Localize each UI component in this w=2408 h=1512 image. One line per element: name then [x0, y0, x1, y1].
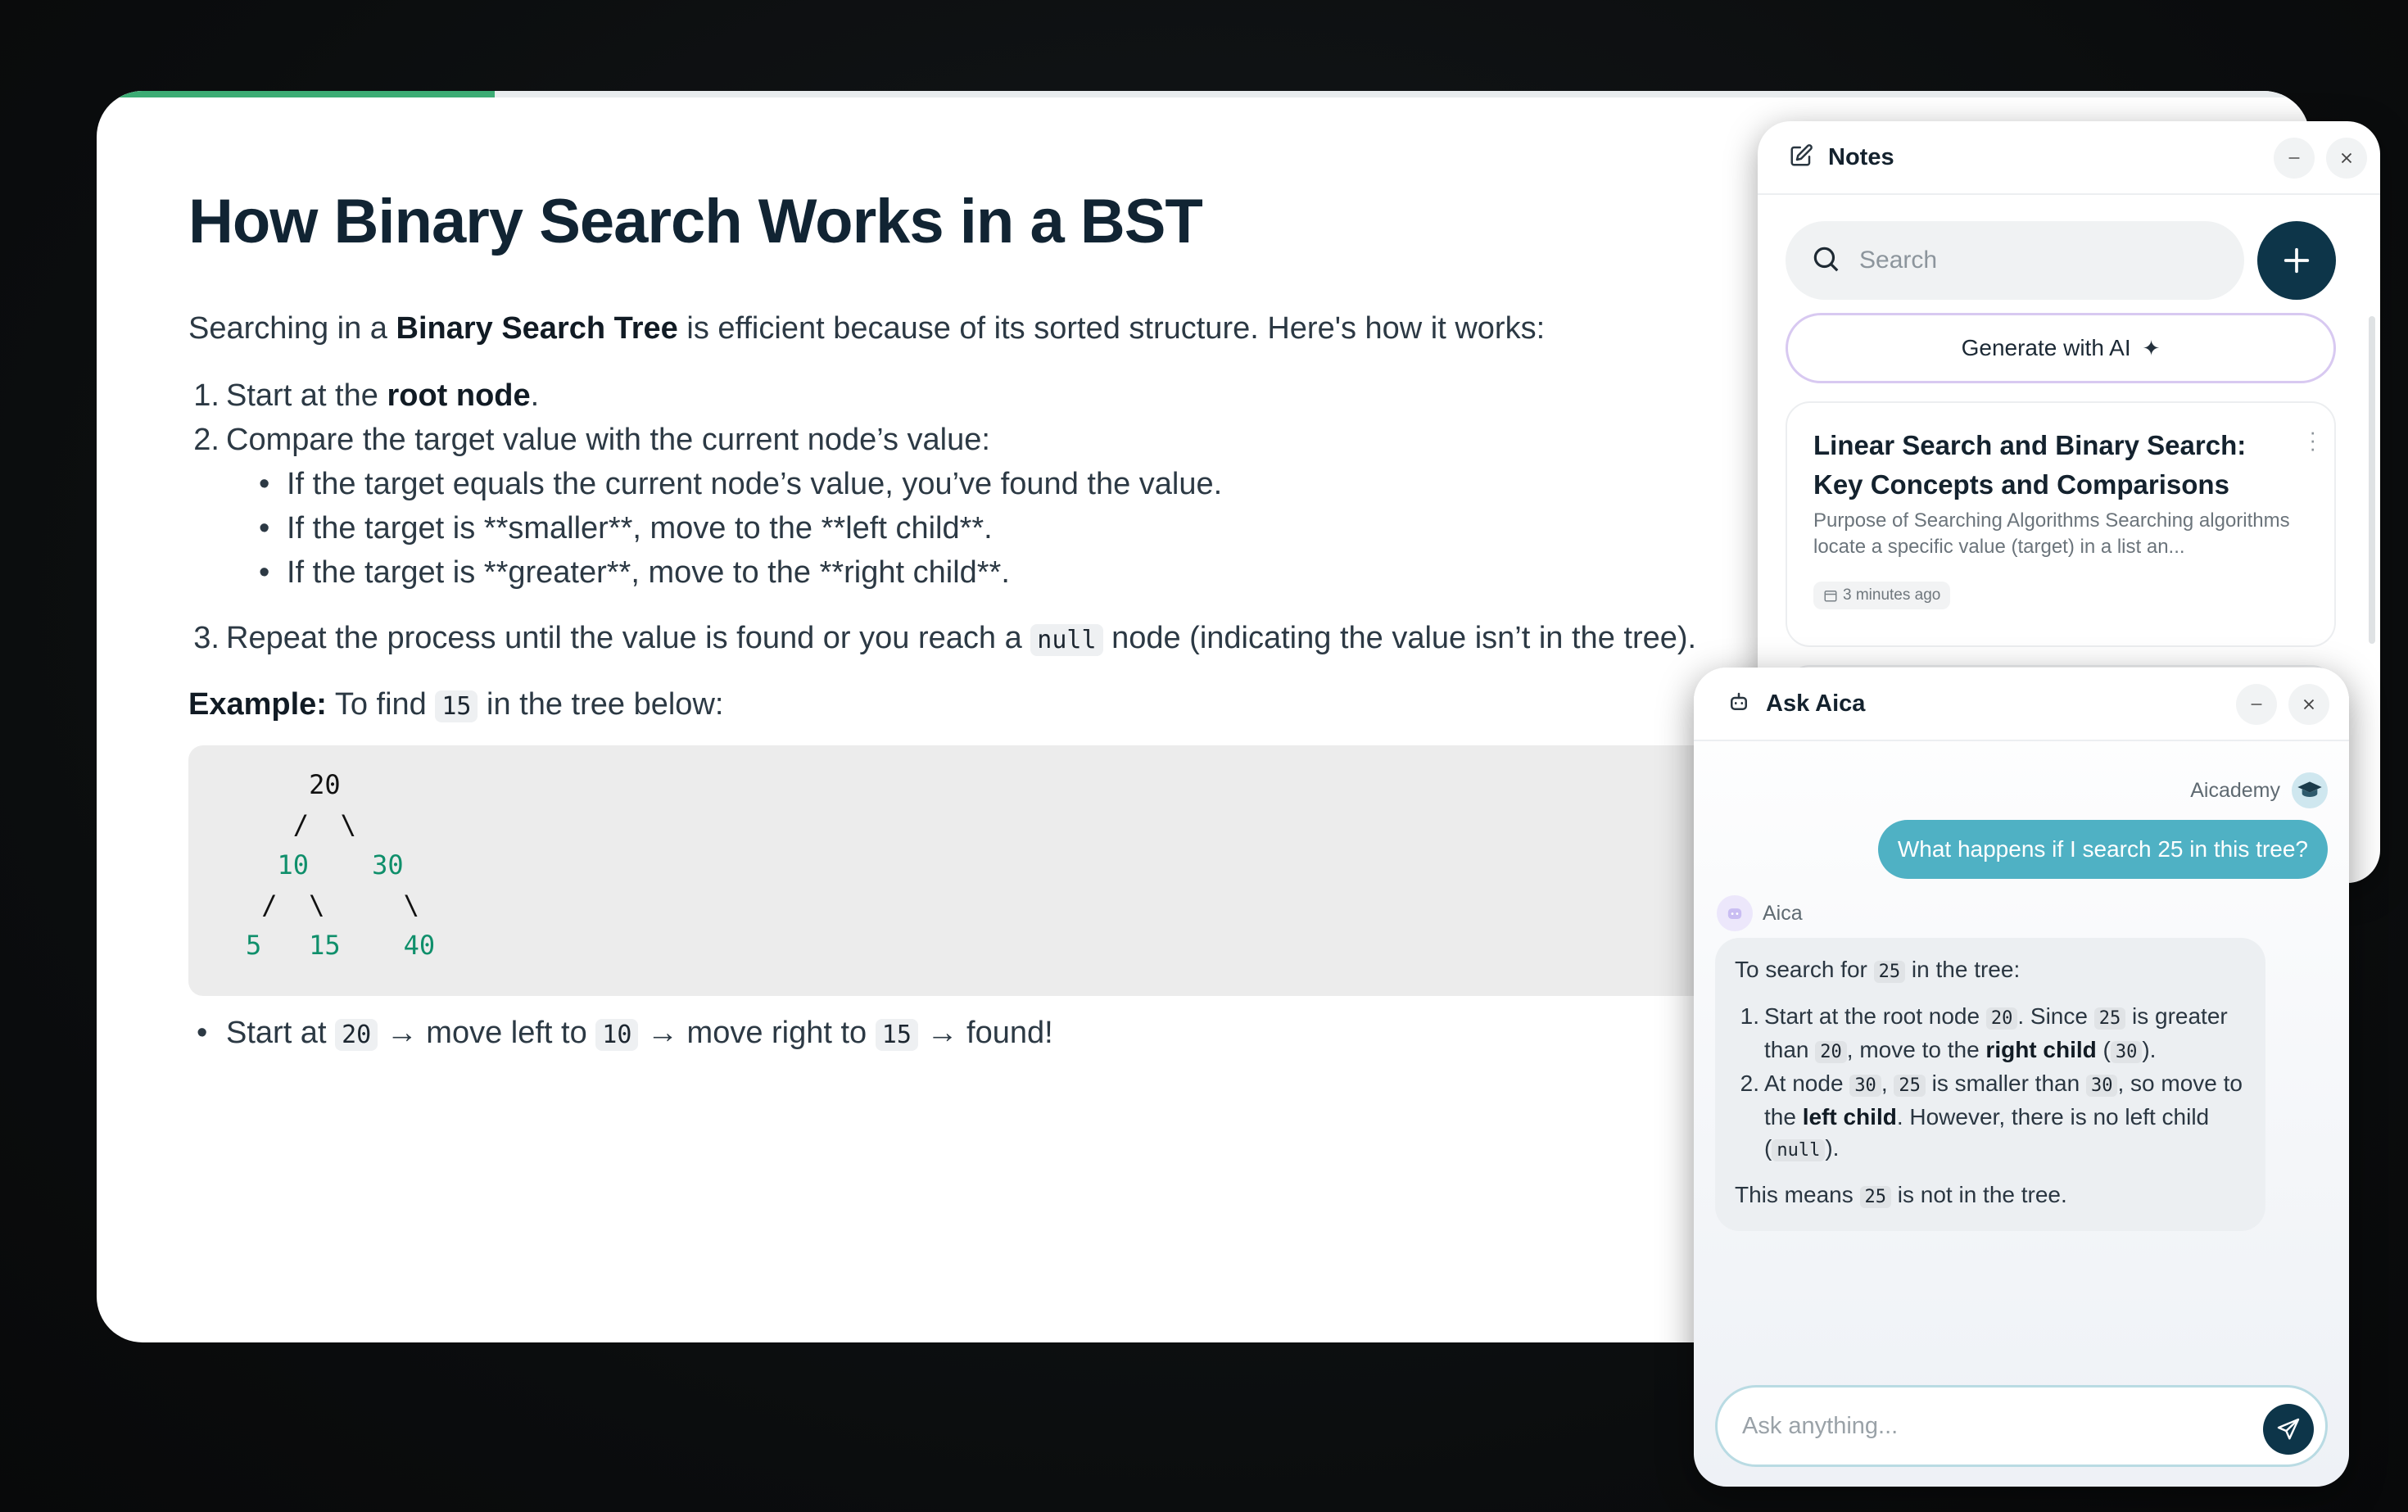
- user-name: Aicademy: [2190, 778, 2280, 802]
- notes-scrollbar[interactable]: [2369, 316, 2375, 644]
- minus-icon: [2251, 704, 2262, 705]
- lesson-intro: Searching in a Binary Search Tree is eff…: [188, 310, 1546, 346]
- robot-icon: [1727, 690, 1751, 718]
- list-item: • If the target is **greater**, move to t…: [259, 555, 1010, 590]
- step-1: 1. Start at the root node.: [193, 378, 540, 413]
- send-icon: [2277, 1418, 2300, 1440]
- close-icon: [2341, 152, 2352, 164]
- reply-steps: 1. Start at the root node 20. Since 25 i…: [1735, 1001, 2246, 1166]
- lesson-title: How Binary Search Works in a BST: [188, 187, 1203, 256]
- minimize-notes-button[interactable]: [2274, 138, 2315, 179]
- search-icon: [1810, 243, 1841, 278]
- user-message: What happens if I search 25 in this tree…: [1877, 820, 2328, 879]
- note-options-icon[interactable]: · · ·: [2309, 421, 2316, 459]
- compare-sub-list: • If the target equals the current node’s…: [259, 462, 1794, 595]
- progress-bar: [97, 91, 2310, 97]
- edit-note-icon: [1789, 143, 1813, 172]
- bot-sender-row: Aica: [1717, 895, 1803, 931]
- notes-header: Notes: [1758, 121, 2380, 195]
- reply-intro: To search for 25 in the tree:: [1735, 957, 2021, 983]
- tree-root: 20: [309, 768, 341, 800]
- generate-label: Generate with AI: [1961, 335, 2131, 360]
- list-item: • If the target equals the current node’s…: [259, 466, 1223, 501]
- ask-aica-panel: Ask Aica Aicademy What happens if I sear…: [1694, 668, 2349, 1487]
- list-item: • If the target is **smaller**, move to t…: [259, 510, 993, 545]
- list-item: 2. At node 30, 25 is smaller than 30, so…: [1740, 1071, 2243, 1161]
- chat-input-box[interactable]: [1715, 1385, 2328, 1467]
- progress-fill: [97, 91, 496, 97]
- tree-node: 30: [372, 849, 404, 880]
- tree-node: 15: [309, 929, 341, 961]
- user-sender-row: Aicademy: [2190, 772, 2328, 808]
- note-excerpt: Purpose of Searching Algorithms Searchin…: [1813, 509, 2290, 558]
- aica-avatar-icon: [1717, 895, 1753, 931]
- step-2: 2. Compare the target value with the cur…: [193, 422, 990, 457]
- bot-message: To search for 25 in the tree: 1. Start a…: [1715, 938, 2265, 1231]
- add-note-button[interactable]: [2257, 221, 2336, 300]
- step-3: 3. Repeat the process until the value is…: [193, 620, 1697, 656]
- bot-name: Aica: [1763, 901, 1803, 925]
- notes-title: Notes: [1828, 143, 1894, 170]
- chat-title: Ask Aica: [1766, 690, 1866, 717]
- note-card[interactable]: Linear Search and Binary Search: Key Con…: [1786, 401, 2336, 647]
- minus-icon: [2288, 157, 2300, 159]
- notes-search-input[interactable]: [1859, 247, 2203, 274]
- notes-search-row: [1786, 221, 2336, 300]
- note-timestamp: 3 minutes ago: [1813, 582, 1951, 609]
- path-summary: • Start at 20 → move left to 10 → move r…: [197, 1015, 1053, 1051]
- calendar-icon: [1824, 591, 1837, 602]
- chat-input[interactable]: [1742, 1412, 2234, 1440]
- reply-conclusion: This means 25 is not in the tree.: [1735, 1182, 2067, 1208]
- steps-list: 1. Start at the root node. 2. Compare th…: [188, 373, 1794, 663]
- plus-icon: [2284, 247, 2310, 274]
- close-chat-button[interactable]: [2288, 684, 2329, 725]
- chat-header: Ask Aica: [1694, 668, 2349, 741]
- send-button[interactable]: [2263, 1404, 2314, 1455]
- notes-search-box[interactable]: [1786, 221, 2244, 300]
- close-icon: [2303, 699, 2315, 710]
- close-notes-button[interactable]: [2326, 138, 2367, 179]
- tree-node: 10: [277, 849, 310, 880]
- tree-diagram: 20 / \ 10 30 / \ \ 5 15 40: [246, 768, 436, 961]
- generate-with-ai-button[interactable]: Generate with AI ✦: [1786, 313, 2336, 383]
- list-item: 1. Start at the root node 20. Since 25 i…: [1740, 1003, 2228, 1063]
- example-line: Example: To find 15 in the tree below:: [188, 686, 724, 722]
- graduation-cap-icon: [2292, 772, 2328, 808]
- tree-code-block: 20 / \ 10 30 / \ \ 5 15 40: [188, 745, 1908, 996]
- lesson-content: How Binary Search Works in a BST Searchi…: [188, 187, 1908, 1051]
- note-title: Linear Search and Binary Search: Key Con…: [1813, 430, 2247, 500]
- minimize-chat-button[interactable]: [2236, 684, 2277, 725]
- tree-node: 5: [246, 929, 262, 961]
- sparkle-icon: ✦: [2142, 335, 2161, 360]
- tree-node: 40: [403, 929, 436, 961]
